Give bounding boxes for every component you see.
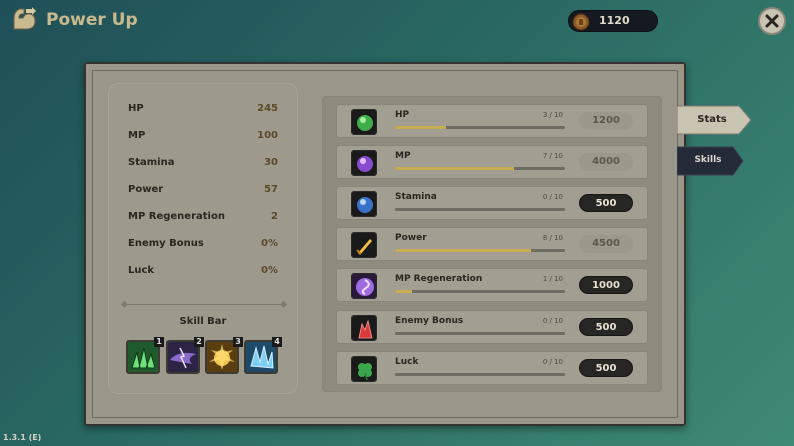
purple-orb-icon <box>351 150 377 176</box>
divider <box>120 300 288 309</box>
violet-swirl-icon <box>351 273 377 299</box>
upgrade-label: Stamina <box>395 192 437 202</box>
upgrade-label: Power <box>395 233 427 243</box>
stat-row-stamina: Stamina 30 <box>128 157 278 171</box>
stat-label: MP Regeneration <box>128 211 225 222</box>
upgrade-level: 1 / 10 <box>542 275 563 283</box>
upgrade-level: 3 / 10 <box>542 111 563 119</box>
stat-label: Power <box>128 184 164 195</box>
skill-slot-number: 3 <box>233 337 243 347</box>
upgrade-progress-bar <box>395 290 565 293</box>
upgrade-progress-bar <box>395 126 565 129</box>
upgrade-progress-bar <box>395 167 565 170</box>
skill-slot-number: 2 <box>194 337 204 347</box>
upgrade-progress-bar <box>395 249 565 252</box>
stat-value: 245 <box>257 103 278 114</box>
tab-label: Skills <box>694 155 722 165</box>
upgrade-cost-button[interactable]: 500 <box>579 318 633 336</box>
upgrade-label: MP Regeneration <box>395 274 483 284</box>
upgrade-row-stamina: Stamina 0 / 10 500 <box>336 186 648 220</box>
upgrade-level: 0 / 10 <box>542 358 563 366</box>
skill-bar-title: Skill Bar <box>179 316 227 327</box>
upgrade-label: MP <box>395 151 411 161</box>
upgrade-level: 7 / 10 <box>542 152 563 160</box>
stat-label: Enemy Bonus <box>128 238 204 249</box>
stat-value: 30 <box>264 157 278 168</box>
upgrade-label: Luck <box>395 357 419 367</box>
version-label: 1.3.1 (E) <box>3 433 42 442</box>
upgrade-progress-bar <box>395 373 565 376</box>
flexed-arm-icon <box>10 5 38 33</box>
stat-value: 0% <box>261 238 278 249</box>
stat-value: 0% <box>261 265 278 276</box>
stat-row-luck: Luck 0% <box>128 265 278 279</box>
upgrade-level: 8 / 10 <box>542 234 563 242</box>
upgrade-cost-button[interactable]: 4000 <box>579 153 633 171</box>
upgrade-cost-button[interactable]: 500 <box>579 359 633 377</box>
upgrade-progress-fill <box>395 126 446 129</box>
upgrade-cost-button[interactable]: 1200 <box>579 112 633 130</box>
stat-row-enemy-bonus: Enemy Bonus 0% <box>128 238 278 252</box>
upgrade-progress-fill <box>395 290 412 293</box>
upgrade-row-mp-regeneration: MP Regeneration 1 / 10 1000 <box>336 268 648 302</box>
skill-slot-number: 1 <box>154 337 164 347</box>
four-leaf-clover-icon <box>351 356 377 382</box>
upgrade-level: 0 / 10 <box>542 317 563 325</box>
stat-value: 2 <box>271 211 278 222</box>
upgrade-progress-bar <box>395 332 565 335</box>
upgrade-progress-fill <box>395 249 531 252</box>
upgrade-progress-bar <box>395 208 565 211</box>
upgrade-progress-fill <box>395 167 514 170</box>
currency-value: 1120 <box>599 14 630 27</box>
upgrade-level: 0 / 10 <box>542 193 563 201</box>
skill-slot-number: 4 <box>272 337 282 347</box>
upgrade-row-luck: Luck 0 / 10 500 <box>336 351 648 385</box>
upgrade-cost-button[interactable]: 1000 <box>579 276 633 294</box>
top-bar: Power Up 1120 <box>0 0 794 42</box>
upgrade-row-power: Power 8 / 10 4500 <box>336 227 648 261</box>
close-button[interactable] <box>758 7 786 35</box>
upgrade-row-mp: MP 7 / 10 4000 <box>336 145 648 179</box>
upgrade-cost-button[interactable]: 500 <box>579 194 633 212</box>
close-icon <box>765 14 779 28</box>
tab-label: Stats <box>697 114 727 125</box>
tab-skills[interactable]: Skills <box>677 146 747 176</box>
stat-label: Stamina <box>128 157 175 168</box>
upgrade-row-hp: HP 3 / 10 1200 <box>336 104 648 138</box>
stat-label: HP <box>128 103 144 114</box>
upgrade-cost-button[interactable]: 4500 <box>579 235 633 253</box>
stat-row-mp-regeneration: MP Regeneration 2 <box>128 211 278 225</box>
stat-label: Luck <box>128 265 155 276</box>
tab-stats[interactable]: Stats <box>677 105 752 135</box>
page-title: Power Up <box>46 10 138 30</box>
gold-sword-icon <box>351 232 377 258</box>
currency-display: 1120 <box>568 10 658 32</box>
stat-value: 57 <box>264 184 278 195</box>
blue-orb-icon <box>351 191 377 217</box>
green-orb-icon <box>351 109 377 135</box>
red-crystal-icon <box>351 315 377 341</box>
stat-row-mp: MP 100 <box>128 130 278 144</box>
upgrade-label: HP <box>395 110 410 120</box>
stat-row-power: Power 57 <box>128 184 278 198</box>
coin-icon <box>572 13 590 31</box>
stat-value: 100 <box>257 130 278 141</box>
upgrade-label: Enemy Bonus <box>395 316 464 326</box>
stat-row-hp: HP 245 <box>128 103 278 117</box>
upgrade-row-enemy-bonus: Enemy Bonus 0 / 10 500 <box>336 310 648 344</box>
stat-label: MP <box>128 130 146 141</box>
